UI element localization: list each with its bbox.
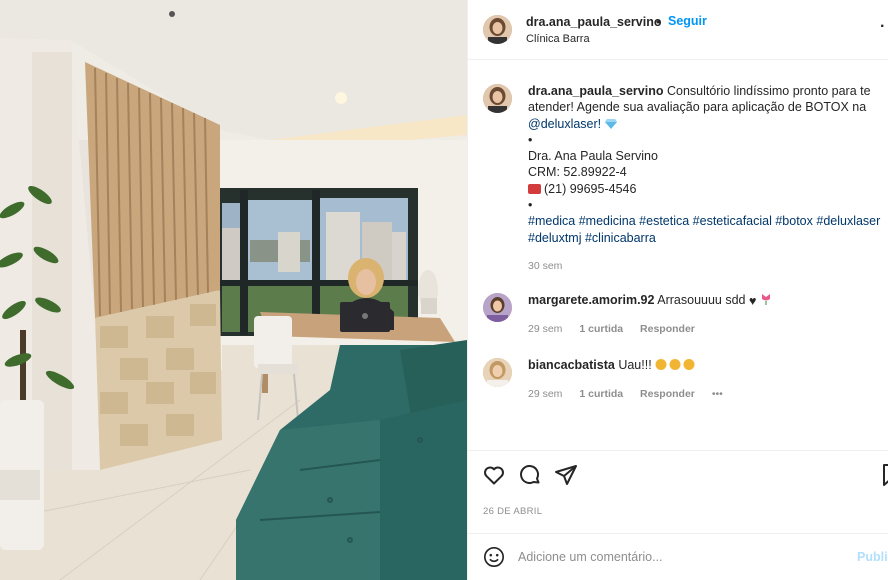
caption-text: dra.ana_paula_servino Consultório lindís…: [528, 83, 886, 246]
reply-button[interactable]: Responder: [640, 323, 695, 335]
caption-bullet-1: •: [528, 132, 533, 147]
reply-button[interactable]: Responder: [640, 388, 695, 400]
hashtags-line-1[interactable]: #medica #medicina #estetica #esteticafac…: [528, 213, 886, 229]
caption-username[interactable]: dra.ana_paula_servino: [528, 84, 663, 98]
hashtags-line-2[interactable]: #deluxtmj #clinicabarra: [528, 230, 886, 246]
clinic-room-image: [0, 0, 467, 580]
comment-timestamp[interactable]: 29 sem: [528, 388, 562, 400]
separator-dot: •: [656, 15, 661, 29]
phone-emoji: [528, 183, 541, 194]
caption-line-2: atender! Agende sua avaliação para aplic…: [528, 100, 867, 115]
post-details-panel: dra.ana_paula_servino • Seguir Clínica B…: [467, 0, 888, 580]
add-comment-bar: Publicar: [468, 533, 888, 580]
author-avatar[interactable]: [483, 15, 512, 44]
post-header: dra.ana_paula_servino • Seguir Clínica B…: [468, 0, 888, 60]
post-date[interactable]: 26 DE ABRIL: [483, 506, 542, 517]
comment-likes[interactable]: 1 curtida: [579, 323, 623, 335]
more-options-icon[interactable]: ·: [880, 18, 886, 36]
caption-line-1: Consultório lindíssimo pronto para te: [666, 84, 871, 98]
comment-item: biancacbatista Uau!!! 29 sem 1 curtida R…: [468, 358, 888, 408]
caption-phone-line: (21) 99695-4546: [544, 181, 637, 196]
location-link[interactable]: Clínica Barra: [526, 33, 590, 45]
caption-crm-line: CRM: 52.89922-4: [528, 165, 627, 180]
comment-timestamp[interactable]: 29 sem: [528, 323, 562, 335]
comment-options-icon[interactable]: •••: [712, 388, 723, 400]
tulip-emoji: [761, 294, 770, 305]
post-photo[interactable]: [0, 0, 467, 580]
caption-author-avatar[interactable]: [483, 84, 512, 113]
commenter-username[interactable]: biancacbatista: [528, 358, 615, 372]
post-actions-bar: [468, 450, 888, 498]
mention-link[interactable]: @deluxlaser!: [528, 117, 601, 131]
emoji-icon[interactable]: [483, 546, 505, 568]
instagram-post-modal: dra.ana_paula_servino • Seguir Clínica B…: [0, 0, 888, 580]
commenter-username[interactable]: margarete.amorim.92: [528, 293, 654, 307]
comment-input[interactable]: [518, 547, 848, 567]
heart-icon[interactable]: [482, 463, 506, 487]
bookmark-icon[interactable]: [880, 463, 888, 487]
author-username[interactable]: dra.ana_paula_servino: [526, 15, 661, 29]
publish-button[interactable]: Publicar: [857, 550, 888, 564]
commenter-avatar[interactable]: [483, 358, 512, 387]
caption-timestamp[interactable]: 30 sem: [528, 260, 562, 272]
clap-emoji: [655, 359, 695, 370]
commenter-avatar[interactable]: [483, 293, 512, 322]
caption-name-line: Dra. Ana Paula Servino: [528, 149, 658, 164]
follow-button[interactable]: Seguir: [668, 14, 707, 28]
black-heart-emoji: ♥: [749, 294, 757, 308]
comment-icon[interactable]: [518, 463, 542, 487]
comment-text: Arrasouuuu sdd: [657, 293, 746, 307]
caption-bullet-2: •: [528, 198, 533, 213]
comment-likes[interactable]: 1 curtida: [579, 388, 623, 400]
comment-text: Uau!!!: [618, 358, 652, 372]
diamond-emoji: [604, 118, 617, 129]
share-icon[interactable]: [554, 463, 578, 487]
comment-item: margarete.amorim.92 Arrasouuuu sdd ♥ 29 …: [468, 293, 888, 343]
